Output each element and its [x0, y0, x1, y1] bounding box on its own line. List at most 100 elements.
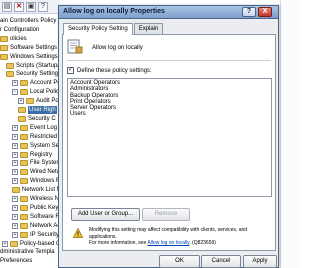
list-item[interactable]: Users: [70, 111, 269, 117]
tab-strip: Security Policy Setting Explain: [63, 23, 164, 35]
expand-icon[interactable]: +: [12, 151, 18, 158]
cancel-button[interactable]: Cancel: [201, 255, 241, 268]
tree-item-label: Policy-based QoS: [20, 240, 60, 247]
tab-panel: Allow log on locally ✓ Define these poli…: [62, 34, 276, 251]
expand-icon[interactable]: +: [12, 231, 18, 238]
folder-icon: [20, 133, 28, 140]
tree-item[interactable]: Security C: [18, 115, 56, 123]
folder-icon: [20, 204, 28, 211]
folder-icon: [20, 196, 28, 202]
folder-icon: [20, 89, 28, 96]
folder-icon: [20, 80, 28, 87]
tree-item-label: Restricted Gro: [30, 133, 60, 140]
tree-item[interactable]: + Wired Networ: [12, 168, 60, 176]
tree-item[interactable]: + Account Policie: [12, 79, 60, 87]
close-icon[interactable]: X: [258, 7, 272, 17]
tree-item[interactable]: dministrative Templa: [0, 248, 55, 256]
apply-button[interactable]: Apply: [243, 255, 277, 268]
tree-item-label: olicies: [10, 35, 27, 42]
warning-reference: . (Q823659): [189, 240, 216, 246]
expand-icon[interactable]: +: [12, 124, 18, 131]
tree-item[interactable]: + Windows Firev: [12, 177, 60, 185]
tree-item[interactable]: Scripts (Startup/S: [6, 62, 60, 70]
tree-item-label: Scripts (Startup/S: [16, 62, 60, 69]
warning-more-info: For more information, see Allow log on l…: [89, 240, 271, 247]
folder-icon: [10, 240, 18, 247]
expand-icon[interactable]: +: [12, 169, 18, 176]
expand-icon[interactable]: +: [18, 98, 24, 105]
tree-item[interactable]: User Righ: [18, 106, 57, 114]
define-settings-row: ✓ Define these policy settings:: [67, 67, 152, 74]
tree-item-label: Local Policies: [30, 89, 60, 96]
tree-item[interactable]: + IP Security Po: [12, 231, 60, 239]
expand-icon[interactable]: +: [12, 133, 18, 140]
tree-item[interactable]: Preferences: [0, 257, 32, 265]
tree-item-label: Security C: [28, 115, 56, 122]
tree-item[interactable]: + Event Log: [12, 124, 57, 132]
tree-item[interactable]: + Registry: [12, 151, 52, 159]
refresh-button[interactable]: ▣: [26, 1, 36, 12]
policy-tree: ain Controllers Policy r Configuration oli…: [0, 17, 60, 268]
tree-item-label: Security Settings: [16, 71, 60, 78]
tree-item[interactable]: + Software Restr: [12, 213, 60, 221]
tree-item[interactable]: Security Settings: [6, 70, 60, 78]
tree-item[interactable]: + File System: [12, 159, 60, 167]
expand-icon[interactable]: +: [12, 142, 18, 149]
tree-item[interactable]: + Network Acces: [12, 222, 60, 230]
folder-icon: [0, 53, 8, 60]
folder-icon: [18, 107, 26, 113]
tab-security-policy-setting[interactable]: Security Policy Setting: [63, 23, 133, 35]
tree-item-label: Event Log: [30, 124, 58, 131]
expand-icon[interactable]: +: [12, 178, 18, 185]
tree-item-label: IP Security Po: [30, 231, 60, 238]
help-button[interactable]: ?: [38, 1, 48, 12]
expand-icon[interactable]: +: [12, 160, 18, 167]
define-settings-label: Define these policy settings:: [77, 67, 152, 74]
warning-message: Modifying this setting may affect compat…: [89, 227, 271, 247]
ok-button[interactable]: OK: [159, 255, 200, 268]
toolbar: ▤ ✕ ▣ ?: [0, 0, 60, 14]
help-icon[interactable]: ?: [242, 7, 256, 17]
policy-document-icon: [67, 39, 83, 54]
tree-item[interactable]: + Public Key Pol: [12, 204, 60, 212]
tab-explain[interactable]: Explain: [133, 23, 164, 34]
tree-item[interactable]: + System Servic: [12, 142, 60, 150]
tree-item-label: Audit Polic: [36, 98, 60, 105]
tree-item[interactable]: Network List M: [12, 186, 60, 194]
folder-icon: [20, 213, 28, 220]
folder-icon: [20, 160, 28, 167]
tree-item-label: Wireless Netw: [30, 196, 60, 202]
expand-icon[interactable]: +: [2, 240, 8, 247]
tree-item[interactable]: olicies: [0, 35, 27, 43]
define-settings-checkbox[interactable]: ✓: [67, 67, 74, 74]
expand-icon[interactable]: +: [12, 213, 18, 220]
dialog-titlebar[interactable]: Allow log on locally Properties ? X: [59, 6, 278, 19]
tree-item[interactable]: + Audit Polic: [18, 97, 60, 105]
collapse-icon[interactable]: −: [12, 89, 18, 96]
folder-icon: [12, 187, 20, 194]
delete-button[interactable]: ✕: [14, 1, 24, 12]
tree-item-label: Network Acces: [30, 222, 60, 229]
expand-icon[interactable]: +: [12, 196, 18, 202]
folder-icon: [20, 124, 28, 131]
policy-help-link[interactable]: Allow log on locally: [147, 240, 189, 246]
tree-item[interactable]: + Wireless Netw: [12, 195, 60, 203]
tree-item[interactable]: r Configuration: [0, 26, 39, 34]
tree-item[interactable]: − Local Policies: [12, 88, 60, 96]
members-listbox[interactable]: Account Operators Administrators Backup Op…: [67, 78, 272, 197]
tree-item[interactable]: Software Settings: [0, 44, 57, 52]
properties-dialog: Allow log on locally Properties ? X Secu…: [58, 5, 279, 268]
properties-button[interactable]: ▤: [2, 1, 12, 12]
tree-item[interactable]: + Policy-based QoS: [2, 240, 60, 248]
remove-button[interactable]: Remove: [142, 208, 190, 221]
expand-icon[interactable]: +: [12, 222, 18, 229]
tree-item[interactable]: Windows Settings: [0, 53, 58, 61]
folder-icon: [0, 44, 8, 51]
add-user-or-group-button[interactable]: Add User or Group...: [71, 208, 140, 221]
folder-icon: [6, 71, 14, 78]
tree-item[interactable]: + Restricted Gro: [12, 133, 60, 141]
expand-icon[interactable]: +: [12, 80, 18, 87]
folder-icon: [6, 62, 14, 69]
tree-item[interactable]: ain Controllers Policy: [0, 17, 56, 25]
expand-icon[interactable]: +: [12, 204, 18, 211]
